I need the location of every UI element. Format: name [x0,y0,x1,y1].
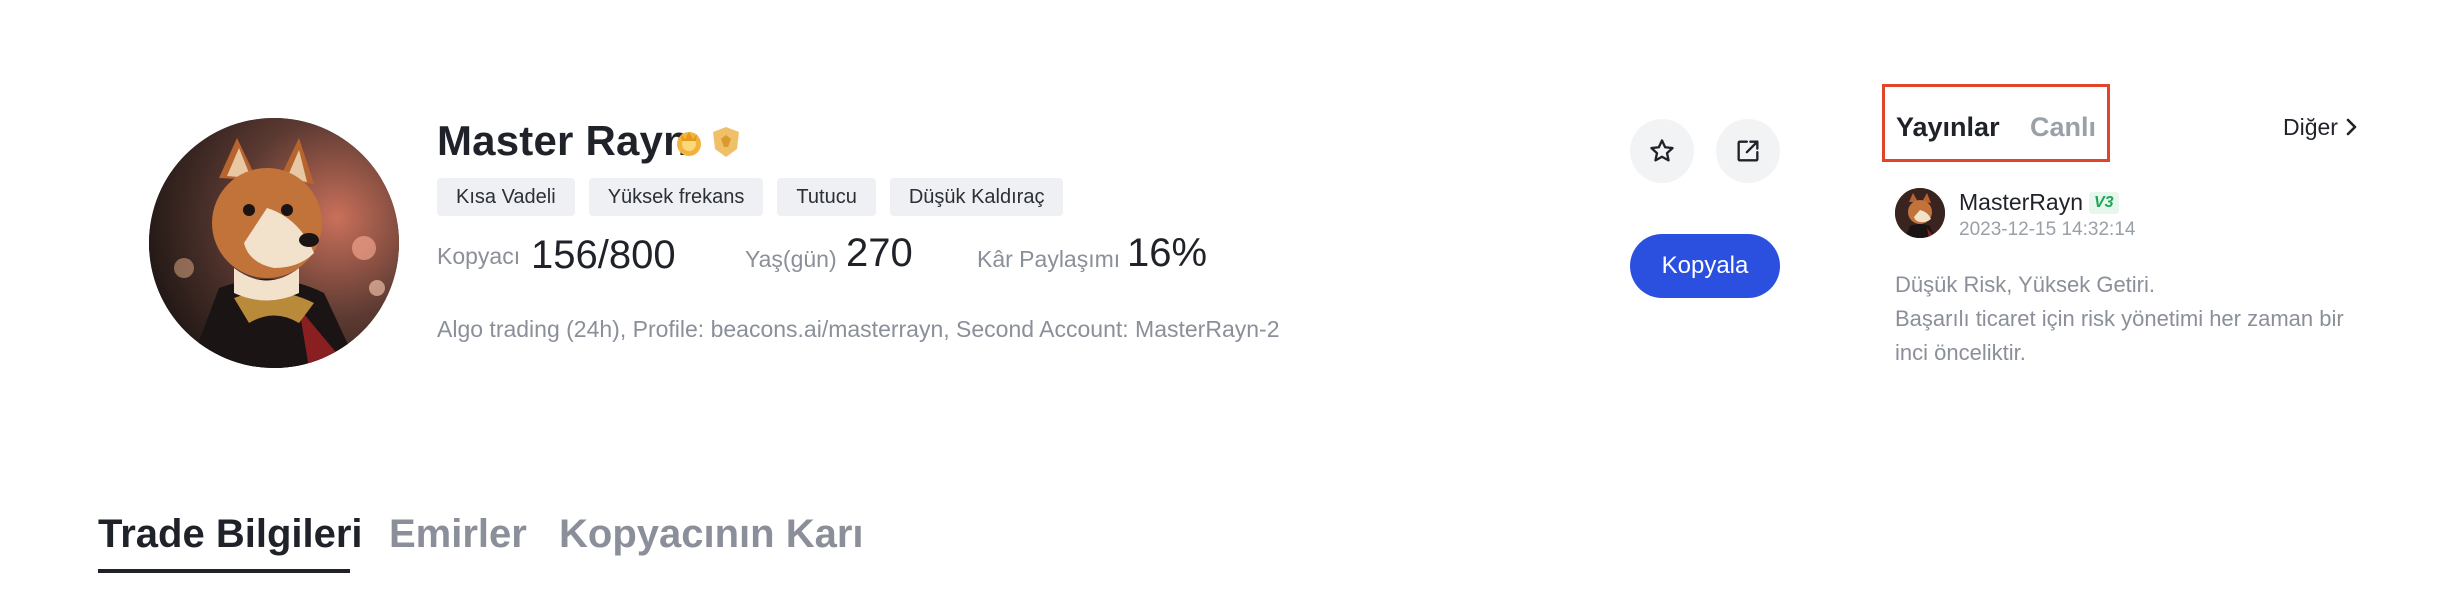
tag-conservative: Tutucu [777,178,876,216]
favorite-button[interactable] [1630,119,1694,183]
more-link[interactable]: Diğer [2283,112,2358,142]
post-line-2: Başarılı ticaret için risk yönetimi her … [1895,306,2344,365]
post-content: Düşük Risk, Yüksek Getiri. Başarılı tica… [1895,268,2375,370]
profit-share-label: Kâr Paylaşımı [977,246,1121,272]
copy-button[interactable]: Kopyala [1630,234,1780,298]
post-line-1: Düşük Risk, Yüksek Getiri. [1895,272,2156,297]
active-tab-indicator [98,569,350,573]
post-author-name[interactable]: MasterRayn [1959,188,2083,216]
tab-live[interactable]: Canlı [2030,110,2096,144]
trader-name: Master Rayn [437,117,689,164]
tab-posts[interactable]: Yayınlar [1896,110,2000,144]
copiers-value: 156/800 [531,233,676,277]
age-label: Yaş(gün) [745,246,837,272]
tab-trade-info[interactable]: Trade Bilgileri [98,508,363,560]
level-badge: V3 [2089,192,2119,214]
more-label: Diğer [2283,114,2338,140]
tag-low-leverage: Düşük Kaldıraç [889,178,1064,216]
post-timestamp: 2023-12-15 14:32:14 [1959,219,2136,240]
crown-badge-icon [672,125,706,164]
trader-avatar [149,118,399,368]
share-button[interactable] [1716,119,1780,183]
tag-short-term: Kısa Vadeli [437,178,575,216]
trader-description: Algo trading (24h), Profile: beacons.ai/… [437,316,1280,342]
external-link-icon [1737,140,1759,162]
star-icon [1650,139,1674,162]
age-value: 270 [846,231,913,275]
copiers-label: Kopyacı [437,243,521,269]
profit-share-value: 16% [1127,231,1208,275]
shield-badge-icon [711,125,741,164]
strategy-tags: Kısa Vadeli Yüksek frekans Tutucu Düşük … [437,178,1064,216]
tab-orders[interactable]: Emirler [389,508,527,560]
tab-copier-profit[interactable]: Kopyacının Karı [559,508,864,560]
post-author-avatar[interactable] [1895,188,1945,238]
tag-high-frequency: Yüksek frekans [588,178,764,216]
chevron-right-icon [2346,118,2357,136]
